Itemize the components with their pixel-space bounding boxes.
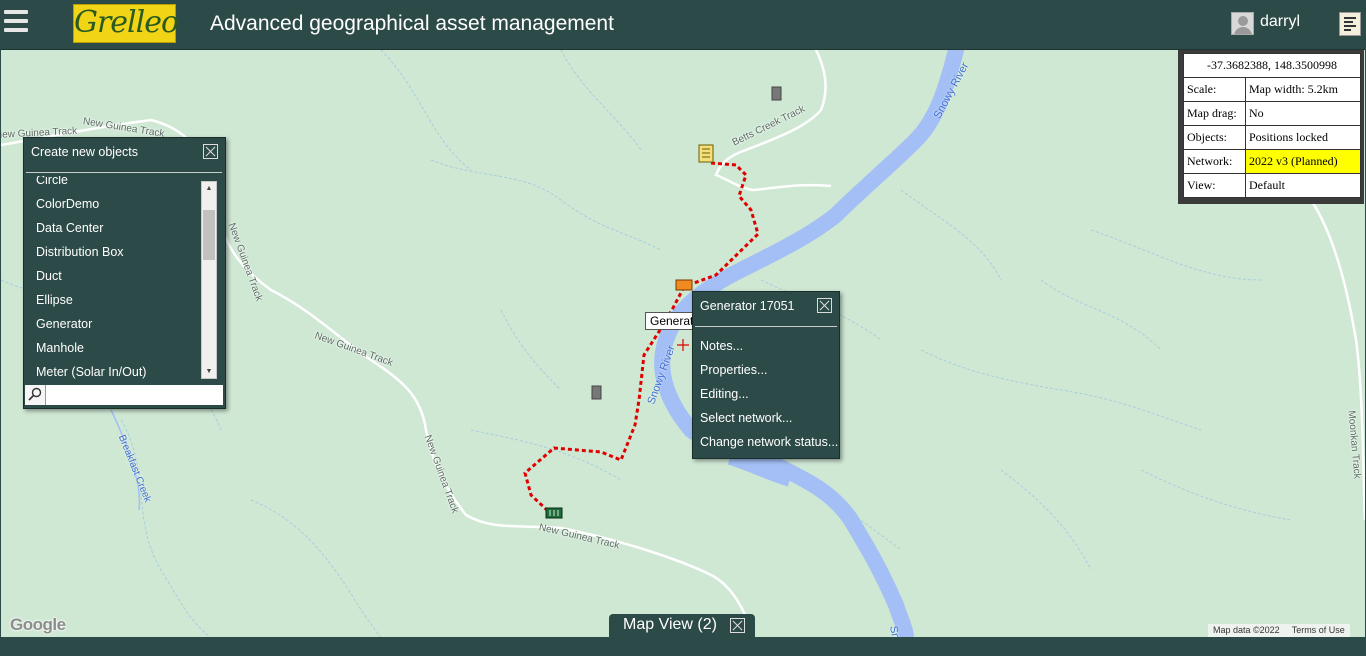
app-logo[interactable]: Grelleo — [73, 4, 179, 43]
info-table: -37.3682388, 148.3500998 Scale: Map widt… — [1183, 53, 1361, 198]
terms-link[interactable]: Terms of Use — [1292, 625, 1345, 635]
list-item[interactable]: Ellipse — [24, 288, 200, 312]
info-label: Map drag: — [1183, 101, 1246, 126]
map-data-text: Map data ©2022 — [1213, 625, 1280, 635]
menu-item-properties[interactable]: Properties... — [700, 363, 767, 377]
tab-label: Map View (2) — [623, 616, 717, 633]
map-info-panel: -37.3682388, 148.3500998 Scale: Map widt… — [1178, 50, 1364, 204]
info-value[interactable]: Default — [1245, 173, 1361, 198]
list-item[interactable]: Manhole — [24, 336, 200, 360]
scroll-up-arrow-icon[interactable]: ▲ — [202, 182, 216, 195]
generator-context-menu: Generator 17051 Notes... Properties... E… — [692, 291, 840, 459]
object-type-list[interactable]: Circle ColorDemo Data Center Distributio… — [24, 176, 200, 382]
app-title: Advanced geographical asset management — [210, 12, 614, 35]
close-icon[interactable] — [203, 144, 218, 159]
user-avatar-icon[interactable] — [1231, 12, 1254, 35]
info-value: Map width: 5.2km — [1245, 77, 1361, 102]
create-objects-panel: Create new objects Circle ColorDemo Data… — [23, 137, 226, 409]
list-item[interactable]: Data Center — [24, 216, 200, 240]
map-view-tab[interactable]: Map View (2) — [609, 614, 755, 637]
search-input[interactable] — [47, 385, 222, 405]
google-logo: Google — [10, 615, 66, 634]
object-tooltip: Generator 17051 — [645, 312, 693, 330]
list-item[interactable]: Duct — [24, 264, 200, 288]
info-value[interactable]: Positions locked — [1245, 125, 1361, 150]
divider — [695, 326, 837, 327]
username[interactable]: darryl — [1260, 13, 1300, 31]
info-value[interactable]: No — [1245, 101, 1361, 126]
info-label: Objects: — [1183, 125, 1246, 150]
search-icon[interactable] — [25, 385, 46, 405]
menu-item-select-network[interactable]: Select network... — [700, 411, 792, 425]
scroll-down-arrow-icon[interactable]: ▼ — [202, 365, 216, 378]
map-attribution: Map data ©2022 Terms of Use — [1208, 624, 1350, 637]
menu-item-notes[interactable]: Notes... — [700, 339, 743, 353]
bottom-bar — [0, 637, 1366, 656]
list-item[interactable]: Circle — [24, 176, 200, 192]
divider — [26, 172, 222, 173]
search-row — [25, 385, 223, 405]
close-icon[interactable] — [730, 618, 745, 633]
list-item[interactable]: Meter (Solar In/Out) — [24, 360, 200, 382]
panel-title: Create new objects — [31, 145, 139, 159]
menu-icon[interactable] — [4, 10, 28, 34]
menu-item-editing[interactable]: Editing... — [700, 387, 749, 401]
info-label: View: — [1183, 173, 1246, 198]
context-menu-title: Generator 17051 — [700, 299, 795, 313]
menu-item-change-network-status[interactable]: Change network status... — [700, 435, 838, 449]
top-bar: Grelleo Advanced geographical asset mana… — [0, 0, 1366, 48]
document-icon[interactable] — [1339, 12, 1361, 36]
scroll-thumb[interactable] — [203, 210, 215, 260]
list-item[interactable]: ColorDemo — [24, 192, 200, 216]
network-value[interactable]: 2022 v3 (Planned) — [1245, 149, 1361, 174]
coordinates-readout: -37.3682388, 148.3500998 — [1183, 53, 1361, 78]
info-label: Network: — [1183, 149, 1246, 174]
close-icon[interactable] — [817, 298, 832, 313]
list-item[interactable]: Distribution Box — [24, 240, 200, 264]
info-label: Scale: — [1183, 77, 1246, 102]
list-item[interactable]: Generator — [24, 312, 200, 336]
list-scrollbar[interactable]: ▲ ▼ — [201, 181, 217, 379]
